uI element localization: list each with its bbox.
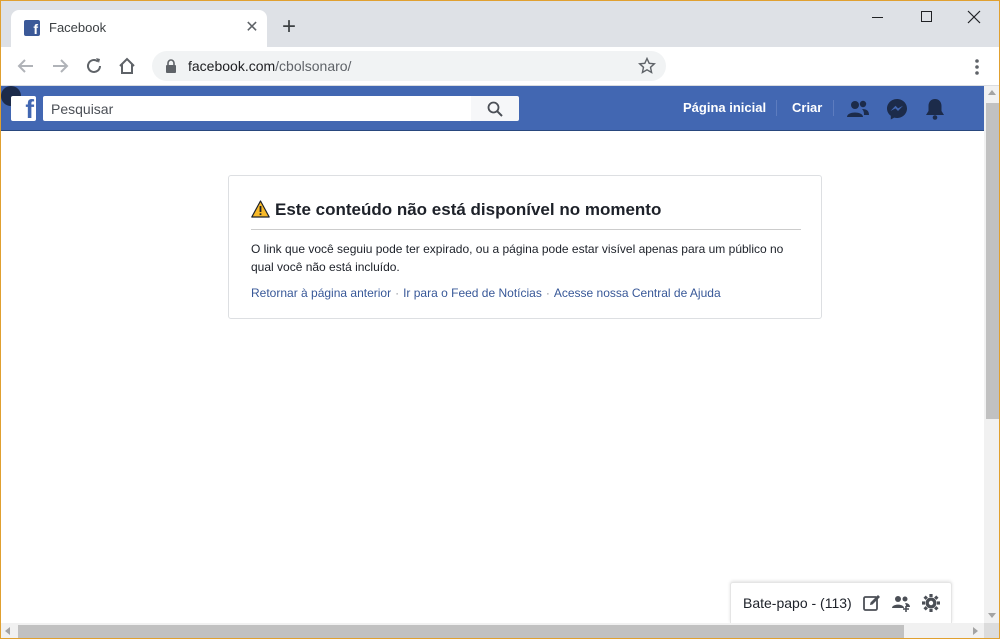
- facebook-favicon-icon: f: [24, 20, 40, 36]
- tab-close-icon[interactable]: ✕: [243, 19, 261, 37]
- nav-divider: [776, 100, 777, 116]
- card-title: Este conteúdo não está disponível no mom…: [275, 200, 662, 219]
- chat-label: Bate-papo - (113): [743, 595, 852, 611]
- browser-menu-icon[interactable]: [969, 57, 985, 77]
- horizontal-scroll-thumb[interactable]: [18, 625, 904, 638]
- back-link[interactable]: Retornar à página anterior: [251, 286, 391, 300]
- lock-icon[interactable]: [165, 59, 177, 73]
- warning-icon: [251, 200, 270, 218]
- notifications-bell-icon[interactable]: [923, 97, 947, 121]
- facebook-logo-icon[interactable]: f: [11, 96, 36, 121]
- horizontal-scrollbar[interactable]: [1, 623, 984, 638]
- scroll-left-arrow-icon[interactable]: [5, 627, 10, 635]
- scroll-down-arrow-icon[interactable]: [988, 613, 996, 618]
- create-link[interactable]: Criar: [792, 100, 822, 115]
- search-button[interactable]: [471, 96, 519, 121]
- url-text: facebook.com/cbolsonaro/: [188, 58, 351, 74]
- card-header: Este conteúdo não está disponível no mom…: [251, 200, 801, 230]
- link-separator: ·: [395, 286, 400, 300]
- link-separator: ·: [545, 286, 550, 300]
- nav-divider: [833, 100, 834, 116]
- scroll-up-arrow-icon[interactable]: [988, 90, 996, 95]
- card-links: Retornar à página anterior · Ir para o Fee…: [251, 286, 721, 300]
- forward-arrow-icon[interactable]: [49, 55, 71, 77]
- tab-facebook[interactable]: f Facebook ✕: [11, 10, 267, 47]
- content-unavailable-card: Este conteúdo não está disponível no mom…: [228, 175, 822, 319]
- chat-settings-gear-icon[interactable]: [921, 593, 941, 613]
- home-link[interactable]: Página inicial: [683, 100, 766, 115]
- window-close-button[interactable]: [964, 7, 984, 27]
- tab-strip: f Facebook ✕ +: [1, 1, 999, 47]
- search-input[interactable]: [51, 99, 461, 119]
- vertical-scroll-thumb[interactable]: [986, 103, 999, 419]
- search-box: [43, 96, 471, 121]
- browser-toolbar: facebook.com/cbolsonaro/: [1, 47, 999, 86]
- maximize-button[interactable]: [916, 7, 936, 27]
- scrollbar-corner: [984, 623, 999, 638]
- facebook-top-bar: f Página inicial Criar: [1, 86, 984, 131]
- news-feed-link[interactable]: Ir para o Feed de Notícias: [403, 286, 542, 300]
- tab-title: Facebook: [49, 20, 107, 35]
- scroll-right-arrow-icon[interactable]: [973, 627, 978, 635]
- browser-window: f Facebook ✕ + facebook.com/cbolsonaro/ …: [0, 0, 1000, 639]
- chat-bar[interactable]: Bate-papo - (113): [730, 582, 952, 623]
- minimize-button[interactable]: [867, 7, 887, 27]
- compose-message-icon[interactable]: [862, 593, 882, 613]
- home-icon[interactable]: [116, 55, 138, 77]
- facebook-logo-letter: f: [25, 96, 34, 121]
- vertical-scrollbar[interactable]: [984, 86, 999, 624]
- help-center-link[interactable]: Acesse nossa Central de Ajuda: [554, 286, 721, 300]
- new-group-icon[interactable]: [891, 593, 911, 613]
- url-path: /cbolsonaro/: [275, 58, 352, 74]
- reload-icon[interactable]: [83, 55, 105, 77]
- search-icon: [487, 101, 503, 117]
- back-arrow-icon[interactable]: [15, 55, 37, 77]
- new-tab-button[interactable]: +: [277, 15, 301, 39]
- friend-requests-icon[interactable]: [846, 97, 870, 121]
- bookmark-star-icon[interactable]: [638, 57, 656, 75]
- address-bar[interactable]: facebook.com/cbolsonaro/: [152, 51, 666, 81]
- url-host: facebook.com: [188, 58, 276, 74]
- card-message: O link que você seguiu pode ter expirado…: [251, 242, 784, 274]
- minimize-icon: [871, 17, 883, 18]
- maximize-icon: [920, 11, 932, 22]
- close-icon: [967, 10, 981, 24]
- messenger-icon[interactable]: [885, 97, 909, 121]
